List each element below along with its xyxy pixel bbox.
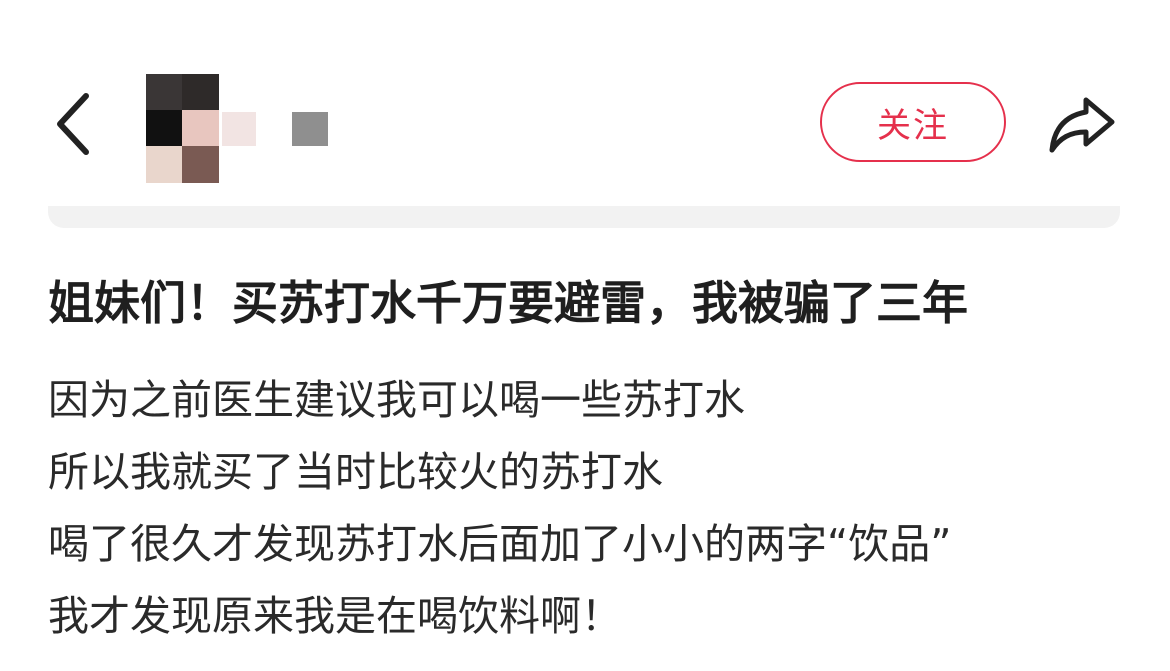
top-bar: 关注 xyxy=(0,60,1170,190)
follow-button[interactable]: 关注 xyxy=(820,82,1006,162)
post-body-line: 我才发现原来我是在喝饮料啊！ xyxy=(48,592,622,640)
post-title: 姐妹们！买苏打水千万要避雷，我被骗了三年 xyxy=(48,276,968,330)
back-button[interactable] xyxy=(44,86,104,162)
chevron-left-icon xyxy=(57,93,89,155)
share-arrow-icon xyxy=(1049,97,1115,153)
author-badge-blurred xyxy=(292,112,328,146)
follow-button-label: 关注 xyxy=(877,105,949,146)
post-body-line: 所以我就买了当时比较火的苏打水 xyxy=(48,448,663,496)
post-body-line: 因为之前医生建议我可以喝一些苏打水 xyxy=(48,376,745,424)
author-name-blurred[interactable] xyxy=(222,112,256,146)
post-page: 关注 姐妹们！买苏打水千万要避雷，我被骗了三年 因为之前医生建议我可以喝一些苏打… xyxy=(0,0,1170,671)
header-divider xyxy=(48,206,1120,228)
post-body: 因为之前医生建议我可以喝一些苏打水 所以我就买了当时比较火的苏打水 喝了很久才发… xyxy=(48,364,1148,652)
author-avatar[interactable] xyxy=(146,74,219,183)
post-body-line: 喝了很久才发现苏打水后面加了小小的两字“饮品” xyxy=(48,520,952,568)
share-button[interactable] xyxy=(1046,90,1120,158)
